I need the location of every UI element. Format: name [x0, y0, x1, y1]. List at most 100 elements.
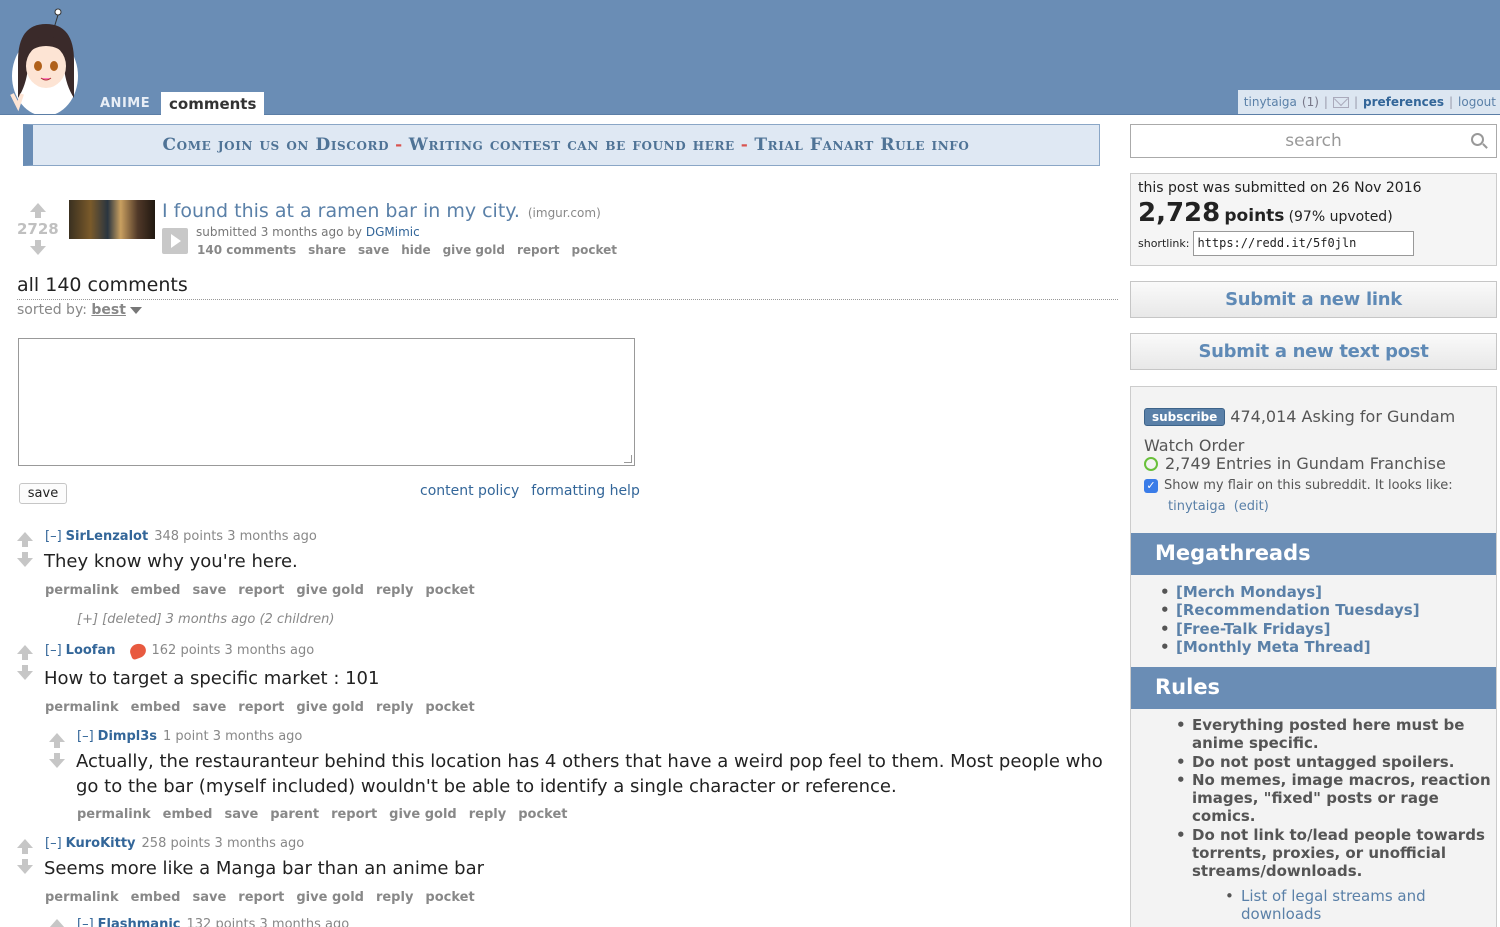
megathread-link[interactable]: [Merch Mondays] — [1176, 583, 1420, 601]
save-button[interactable]: save — [192, 890, 226, 905]
upvote-arrow-icon[interactable] — [49, 919, 65, 927]
subscribe-button[interactable]: subscribe — [1144, 407, 1226, 426]
report-button[interactable]: report — [238, 583, 284, 598]
pocket-button[interactable]: pocket — [518, 807, 567, 822]
preferences-link[interactable]: preferences — [1363, 95, 1444, 109]
share-button[interactable]: share — [308, 243, 346, 257]
writing-contest-link[interactable]: Writing contest can be found here — [409, 135, 735, 155]
chevron-down-icon[interactable] — [129, 306, 142, 314]
collapse-toggle[interactable]: [–] — [77, 917, 94, 927]
collapse-toggle[interactable]: [–] — [77, 729, 94, 744]
pocket-button[interactable]: pocket — [425, 583, 474, 598]
subreddit-name-link[interactable]: ANIME — [100, 96, 150, 111]
search-input[interactable]: search — [1130, 124, 1497, 158]
save-button[interactable]: save — [224, 807, 258, 822]
report-button[interactable]: report — [238, 890, 284, 905]
deleted-comment[interactable]: [+] [deleted] 3 months ago (2 children) — [77, 612, 334, 627]
submit-text-post-button[interactable]: Submit a new text post — [1130, 333, 1497, 370]
submit-link-button[interactable]: Submit a new link — [1130, 281, 1497, 318]
logout-link[interactable]: logout — [1458, 95, 1496, 109]
pocket-button[interactable]: pocket — [425, 700, 474, 715]
downvote-arrow-icon[interactable] — [17, 552, 33, 567]
post-thumbnail[interactable] — [69, 200, 155, 239]
expando-play-icon[interactable] — [162, 228, 188, 254]
discord-link[interactable]: Come join us on Discord — [163, 135, 390, 155]
formatting-help-link[interactable]: formatting help — [531, 483, 640, 499]
embed-button[interactable]: embed — [131, 700, 181, 715]
post-title[interactable]: I found this at a ramen bar in my city. (… — [162, 200, 601, 222]
embed-button[interactable]: embed — [131, 890, 181, 905]
report-button[interactable]: report — [331, 807, 377, 822]
collapse-toggle[interactable]: [–] — [45, 836, 62, 851]
downvote-arrow-icon[interactable] — [17, 665, 33, 680]
parent-button[interactable]: parent — [270, 807, 319, 822]
flair-username: tinytaiga — [1168, 499, 1226, 514]
tab-comments[interactable]: comments — [161, 92, 265, 116]
comment-author-link[interactable]: Dimpl3s — [98, 729, 157, 744]
shortlink-field[interactable]: https://redd.it/5f0jln — [1193, 231, 1415, 256]
give-gold-button[interactable]: give gold — [296, 583, 364, 598]
upvote-arrow-icon[interactable] — [29, 203, 46, 218]
upvote-arrow-icon[interactable] — [49, 733, 65, 748]
mascot-logo[interactable] — [8, 6, 82, 114]
give-gold-button[interactable]: give gold — [296, 700, 364, 715]
downvote-arrow-icon[interactable] — [29, 240, 46, 255]
post-domain[interactable]: (imgur.com) — [528, 206, 601, 220]
legal-streams-link[interactable]: List of legal streams and downloads — [1241, 887, 1471, 924]
downvote-arrow-icon[interactable] — [17, 859, 33, 874]
resize-handle-icon[interactable] — [624, 455, 632, 463]
comment-author-link[interactable]: SirLenzalot — [66, 529, 149, 544]
give-gold-button[interactable]: give gold — [443, 243, 505, 257]
comment-author-link[interactable]: Loofan — [66, 643, 116, 658]
megathread-link[interactable]: [Monthly Meta Thread] — [1176, 638, 1420, 656]
reply-button[interactable]: reply — [376, 890, 413, 905]
username-link[interactable]: tinytaiga — [1244, 95, 1297, 109]
content-policy-link[interactable]: content policy — [420, 483, 519, 499]
permalink-button[interactable]: permalink — [45, 583, 119, 598]
megathread-link[interactable]: [Free-Talk Fridays] — [1176, 620, 1420, 638]
permalink-button[interactable]: permalink — [45, 700, 119, 715]
collapse-toggle[interactable]: [–] — [45, 643, 62, 658]
megathread-link[interactable]: [Recommendation Tuesdays] — [1176, 601, 1420, 619]
flair-edit-link[interactable]: (edit) — [1234, 499, 1269, 514]
reply-button[interactable]: reply — [376, 700, 413, 715]
subscriber-count: 474,014 Asking for Gundam — [1230, 407, 1456, 426]
comments-count-link[interactable]: 140 comments — [197, 243, 296, 257]
report-button[interactable]: report — [517, 243, 560, 257]
embed-button[interactable]: embed — [163, 807, 213, 822]
embed-button[interactable]: embed — [131, 583, 181, 598]
comment-textarea[interactable] — [18, 338, 635, 466]
save-button[interactable]: save — [192, 583, 226, 598]
permalink-button[interactable]: permalink — [77, 807, 151, 822]
sort-dropdown[interactable]: best — [91, 302, 126, 318]
pocket-button[interactable]: pocket — [425, 890, 474, 905]
comment-author-link[interactable]: Flashmanic — [98, 917, 181, 927]
comment-author-link[interactable]: KuroKitty — [66, 836, 136, 851]
comment-meta: 162 points 3 months ago — [151, 643, 315, 658]
give-gold-button[interactable]: give gold — [389, 807, 457, 822]
post-title-text[interactable]: I found this at a ramen bar in my city. — [162, 200, 520, 222]
save-button[interactable]: save — [192, 700, 226, 715]
shortlink-label: shortlink: — [1138, 237, 1190, 250]
collapse-toggle[interactable]: [–] — [45, 529, 62, 544]
reply-button[interactable]: reply — [469, 807, 506, 822]
post-author-link[interactable]: DGMimic — [366, 225, 420, 239]
search-icon[interactable] — [1471, 133, 1484, 146]
flair-icon — [127, 641, 148, 660]
pocket-button[interactable]: pocket — [572, 243, 617, 257]
downvote-arrow-icon[interactable] — [49, 753, 65, 768]
upvote-arrow-icon[interactable] — [17, 645, 33, 660]
mail-icon[interactable] — [1332, 96, 1349, 108]
report-button[interactable]: report — [238, 700, 284, 715]
reply-button[interactable]: reply — [376, 583, 413, 598]
upvote-arrow-icon[interactable] — [17, 532, 33, 547]
give-gold-button[interactable]: give gold — [296, 890, 364, 905]
fanart-rule-link[interactable]: Trial Fanart Rule info — [754, 135, 969, 155]
save-button[interactable]: save — [358, 243, 389, 257]
upvote-arrow-icon[interactable] — [17, 839, 33, 854]
permalink-button[interactable]: permalink — [45, 890, 119, 905]
hide-button[interactable]: hide — [401, 243, 430, 257]
save-comment-button[interactable]: save — [19, 483, 67, 504]
comment-vote — [49, 919, 65, 927]
flair-checkbox[interactable]: ✓ — [1144, 478, 1158, 493]
